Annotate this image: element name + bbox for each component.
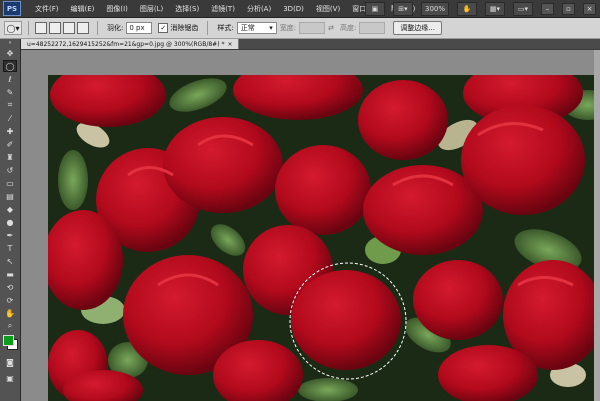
- 3d-rotate-icon[interactable]: ⟲: [3, 281, 17, 293]
- close-button[interactable]: ×: [583, 3, 596, 15]
- minimize-button[interactable]: –: [541, 3, 554, 15]
- foreground-color-swatch[interactable]: [3, 335, 14, 346]
- intersect-selection-icon[interactable]: [77, 22, 89, 34]
- quick-select-icon[interactable]: ✎: [3, 86, 17, 98]
- photoshop-logo: PS: [3, 1, 21, 16]
- toolbox-collapse-icon[interactable]: »: [3, 40, 17, 46]
- menu-edit[interactable]: 编辑(E): [65, 4, 101, 14]
- style-label: 样式:: [217, 24, 234, 32]
- height-input: [359, 22, 386, 34]
- rose-photo: [48, 75, 600, 401]
- work-area: [21, 50, 600, 401]
- width-label: 宽度:: [279, 24, 297, 32]
- tool-preset-picker[interactable]: ◯▾: [4, 21, 22, 35]
- separator: [97, 21, 98, 35]
- toolbox: » ✥ ◯ ℓ ✎ ⌗ ⁄ ✚ ✐ ♜ ↺ ▭ ▤ ◆ ● ✒ T ↖ ▬ ⟲ …: [0, 39, 21, 401]
- history-brush-icon[interactable]: ↺: [3, 164, 17, 176]
- chevron-down-icon: ▾: [269, 24, 273, 32]
- elliptical-marquee-icon[interactable]: ◯: [3, 60, 17, 72]
- menu-3d[interactable]: 3D(D): [277, 5, 310, 13]
- antialias-label: 消除锯齿: [170, 24, 199, 32]
- separator: [207, 21, 209, 35]
- clone-stamp-icon[interactable]: ♜: [3, 151, 17, 163]
- document-canvas[interactable]: [48, 75, 600, 401]
- move-icon[interactable]: ✥: [3, 47, 17, 59]
- zoom-icon[interactable]: ⌕: [3, 320, 17, 332]
- eyedropper-icon[interactable]: ⁄: [3, 112, 17, 124]
- hand-icon[interactable]: ✋: [3, 307, 17, 319]
- separator: [28, 21, 29, 35]
- quick-mask-icon[interactable]: ◙: [3, 356, 17, 368]
- blur-icon[interactable]: ◆: [3, 203, 17, 215]
- zoom-level-select[interactable]: 300%: [420, 2, 449, 16]
- swap-icon: ⇄: [328, 24, 334, 32]
- type-icon[interactable]: T: [3, 242, 17, 254]
- document-tab-strip: u=48252272,1629415252&fm=21&gp=0.jpg @ 3…: [21, 39, 600, 49]
- antialias-checkbox[interactable]: ✓: [158, 23, 169, 33]
- screen-mode-tool-icon[interactable]: ▣: [3, 372, 17, 384]
- subtract-from-selection-icon[interactable]: [63, 22, 75, 34]
- healing-brush-icon[interactable]: ✚: [3, 125, 17, 137]
- lasso-icon[interactable]: ℓ: [3, 73, 17, 85]
- gradient-icon[interactable]: ▤: [3, 190, 17, 202]
- menu-image[interactable]: 图像(I): [100, 4, 134, 14]
- menu-select[interactable]: 选择(S): [169, 4, 205, 14]
- menu-bar: PS 文件(F) 编辑(E) 图像(I) 图层(L) 选择(S) 滤镜(T) 分…: [0, 0, 600, 18]
- path-select-icon[interactable]: ↖: [3, 255, 17, 267]
- eraser-icon[interactable]: ▭: [3, 177, 17, 189]
- style-value: 正常: [240, 24, 255, 32]
- document-tab[interactable]: u=48252272,1629415252&fm=21&gp=0.jpg @ 3…: [21, 39, 240, 49]
- feather-input[interactable]: 0 px: [126, 22, 153, 34]
- bridge-icon[interactable]: ▣: [364, 2, 385, 16]
- dodge-icon[interactable]: ●: [3, 216, 17, 228]
- menu-file[interactable]: 文件(F): [29, 4, 65, 14]
- menu-analysis[interactable]: 分析(A): [241, 4, 277, 14]
- add-to-selection-icon[interactable]: [49, 22, 61, 34]
- menu-view[interactable]: 视图(V): [310, 4, 346, 14]
- crop-icon[interactable]: ⌗: [3, 99, 17, 111]
- close-icon[interactable]: ×: [227, 41, 232, 48]
- brush-icon[interactable]: ✐: [3, 138, 17, 150]
- hand-tool-icon[interactable]: ✋: [457, 2, 477, 16]
- screen-mode-icon[interactable]: ▭▾: [513, 2, 533, 16]
- style-select[interactable]: 正常 ▾: [236, 22, 277, 34]
- shape-icon[interactable]: ▬: [3, 268, 17, 280]
- options-bar: ◯▾ 羽化: 0 px ✓ 消除锯齿 样式: 正常 ▾ 宽度: ⇄ 高度: 调整边…: [0, 18, 600, 39]
- refine-edge-button[interactable]: 调整边缘...: [393, 21, 442, 35]
- height-label: 高度:: [339, 24, 357, 32]
- 3d-camera-icon[interactable]: ⟳: [3, 294, 17, 306]
- pen-icon[interactable]: ✒: [3, 229, 17, 241]
- arrange-documents-icon[interactable]: ▦▾: [485, 2, 505, 16]
- menu-filter[interactable]: 滤镜(T): [205, 4, 241, 14]
- width-input: [299, 22, 326, 34]
- menubar-right-controls: ▣ ⊞▾ 300% ✋ ▦▾ ▭▾ – ▫ ×: [364, 2, 596, 16]
- vertical-scrollbar[interactable]: [594, 50, 600, 401]
- feather-label: 羽化:: [107, 24, 124, 32]
- new-selection-icon[interactable]: [35, 22, 47, 34]
- view-extras-icon[interactable]: ⊞▾: [392, 2, 413, 16]
- menu-layer[interactable]: 图层(L): [134, 4, 169, 14]
- document-title: u=48252272,1629415252&fm=21&gp=0.jpg @ 3…: [27, 40, 225, 48]
- restore-button[interactable]: ▫: [562, 3, 575, 15]
